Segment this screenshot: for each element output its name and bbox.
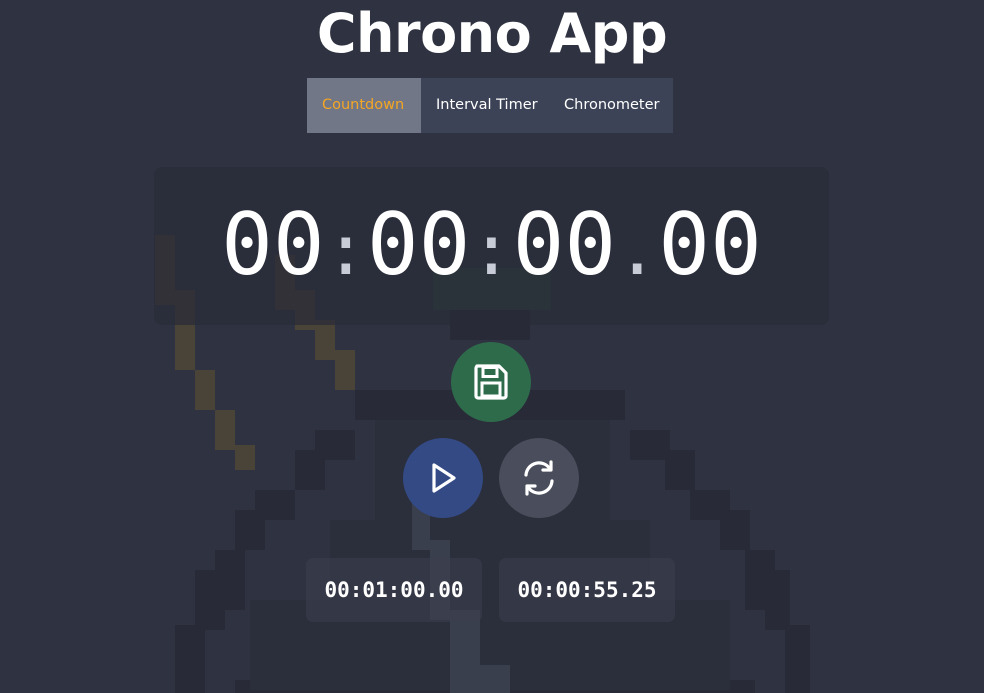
refresh-icon xyxy=(524,460,554,496)
saved-time: 00:01:00.00 xyxy=(306,558,482,622)
tab-interval-timer[interactable]: Interval Timer xyxy=(421,78,549,133)
saved-time: 00:00:55.25 xyxy=(499,558,675,622)
play-icon xyxy=(432,463,456,493)
timer-display: 00:00:00.00 xyxy=(154,167,829,325)
play-button[interactable] xyxy=(403,438,483,518)
timer-hundredths: 00 xyxy=(658,195,762,295)
save-button[interactable] xyxy=(451,342,531,422)
timer-minutes: 00 xyxy=(366,195,471,295)
tab-chronometer[interactable]: Chronometer xyxy=(549,78,673,133)
app-title: Chrono App xyxy=(316,2,668,65)
reset-button[interactable] xyxy=(499,438,579,518)
timer-readout: 00:00:00.00 xyxy=(154,195,829,300)
timer-separator: : xyxy=(324,209,367,291)
mode-tabs: Countdown Interval Timer Chronometer xyxy=(307,78,673,133)
app-container: Chrono App Countdown Interval Timer Chro… xyxy=(0,0,984,693)
timer-separator: . xyxy=(616,209,659,291)
tab-countdown[interactable]: Countdown xyxy=(307,78,421,133)
timer-separator: : xyxy=(470,209,513,291)
timer-seconds: 00 xyxy=(512,195,617,295)
save-icon xyxy=(474,364,508,400)
timer-hours: 00 xyxy=(221,195,325,295)
